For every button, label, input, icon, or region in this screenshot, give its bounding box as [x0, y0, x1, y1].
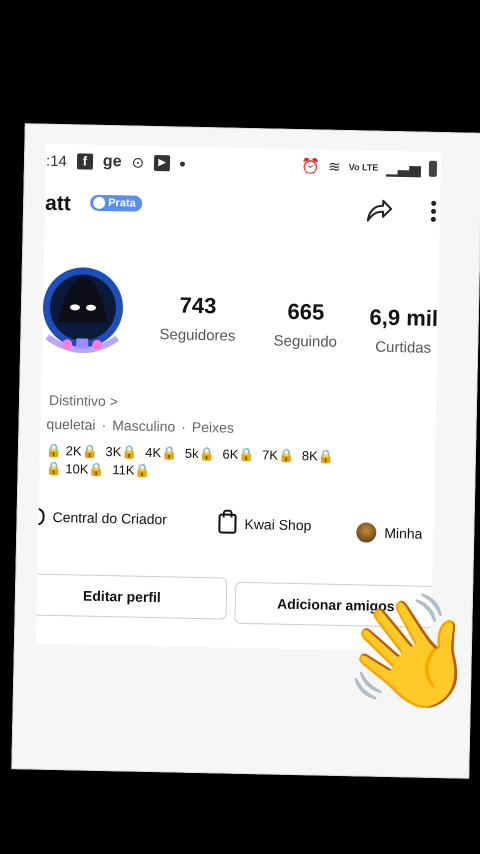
tier-badge[interactable]: Prata: [89, 194, 142, 212]
clock: :14: [45, 152, 68, 170]
followers-label: Seguidores: [159, 326, 236, 345]
profile-links: Central do Criador Kwai Shop Minha: [35, 504, 441, 543]
stats-row: 743 Seguidores 665 Seguindo 6,9 mil Curt…: [152, 292, 441, 358]
following-count: 665: [287, 298, 325, 325]
milestone-item: 🔒 10K🔒: [45, 460, 105, 478]
status-bar: :14 f ge ⊙ ▶ ⏰ ≋ Vo LTE ▁▃▅: [46, 152, 441, 184]
kwai-shop-label: Kwai Shop: [244, 515, 312, 534]
username: att: [44, 191, 72, 216]
milestone-item: 6K🔒: [222, 446, 255, 463]
mini-avatar-icon: [356, 522, 377, 543]
kwai-shop-link[interactable]: Kwai Shop: [218, 513, 312, 535]
followers-stat[interactable]: 743 Seguidores: [152, 292, 243, 345]
milestone-item: 8K🔒: [301, 448, 335, 464]
lte-indicator: Vo LTE: [348, 162, 379, 173]
creator-center-label: Central do Criador: [52, 508, 168, 528]
play-icon: ▶: [153, 154, 171, 172]
following-stat[interactable]: 665 Seguindo: [260, 298, 351, 351]
badge-icon: [93, 196, 106, 209]
signal-icon: ▁▃▅: [386, 159, 422, 178]
minha-link[interactable]: Minha: [356, 522, 423, 543]
waving-hand-icon: 👋: [332, 584, 480, 725]
minha-label: Minha: [384, 524, 423, 542]
camera-icon: ⊙: [131, 154, 145, 172]
badge-label: Prata: [108, 197, 136, 210]
more-notifications-dot: [180, 161, 186, 167]
avatar[interactable]: [36, 251, 134, 373]
app-notification-text: ge: [102, 152, 122, 171]
more-options-icon[interactable]: [430, 198, 438, 225]
milestone-item: 🔒 2K🔒: [45, 442, 99, 459]
battery-icon: [428, 160, 438, 177]
profile-header: att Prata: [45, 186, 441, 234]
meta-gender: Masculino: [112, 417, 176, 435]
followers-count: 743: [179, 292, 217, 319]
meta-handle: queletai: [46, 415, 96, 433]
facebook-icon: f: [76, 153, 94, 170]
phone-screen: :14 f ge ⊙ ▶ ⏰ ≋ Vo LTE ▁▃▅ att Prata 74…: [35, 143, 442, 652]
alarm-icon: ⏰: [301, 158, 321, 176]
edit-profile-button[interactable]: Editar perfil: [35, 573, 228, 620]
milestone-item: 5k🔒: [184, 445, 215, 462]
distintivo-link[interactable]: Distintivo >: [49, 392, 118, 409]
likes-count: 6,9 mil: [369, 304, 439, 331]
profile-meta: queletai · Masculino · Peixes: [46, 415, 235, 436]
meta-sign: Peixes: [191, 418, 235, 436]
milestone-item: 11K🔒: [112, 462, 151, 478]
following-label: Seguindo: [273, 332, 338, 351]
creator-center-icon: [35, 507, 45, 526]
milestone-item: 3K🔒: [105, 444, 138, 460]
milestones-bio: 🔒 2K🔒 3K🔒 4K🔒 5k🔒 6K🔒 7K🔒 8K🔒 🔒 10K🔒 11K…: [45, 442, 366, 485]
milestone-item: 7K🔒: [261, 447, 295, 463]
shopping-bag-icon: [218, 513, 237, 534]
wifi-icon: ≋: [327, 158, 341, 176]
likes-label: Curtidas: [375, 338, 432, 357]
likes-stat[interactable]: 6,9 mil Curtidas: [358, 304, 441, 357]
share-icon[interactable]: [363, 194, 396, 227]
milestone-item: 4K🔒: [145, 444, 178, 461]
creator-center-link[interactable]: Central do Criador: [35, 507, 168, 529]
